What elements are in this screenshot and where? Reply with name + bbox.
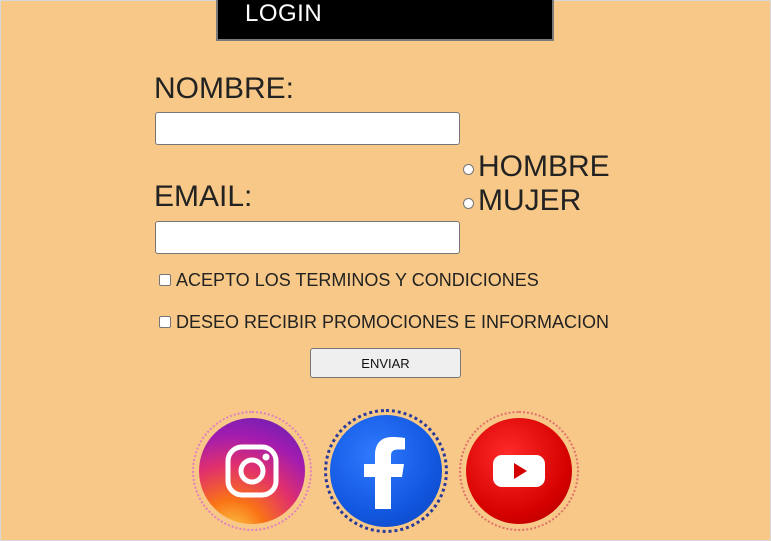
- youtube-link[interactable]: [459, 411, 579, 531]
- promo-checkbox-row[interactable]: DESEO RECIBIR PROMOCIONES E INFORMACION: [159, 312, 609, 332]
- terms-checkbox[interactable]: [159, 274, 171, 286]
- radio-hombre[interactable]: HOMBRE: [463, 150, 610, 184]
- name-input[interactable]: [155, 112, 460, 145]
- facebook-icon: [330, 415, 442, 527]
- radio-button[interactable]: [463, 163, 474, 175]
- radio-label-mujer: MUJER: [478, 184, 582, 217]
- instagram-link[interactable]: [192, 411, 312, 531]
- email-label: EMAIL:: [154, 180, 253, 213]
- terms-checkbox-row[interactable]: ACEPTO LOS TERMINOS Y CONDICIONES: [159, 270, 539, 290]
- login-header: LOGIN: [216, 0, 554, 41]
- terms-label: ACEPTO LOS TERMINOS Y CONDICIONES: [176, 270, 539, 290]
- login-title: LOGIN: [245, 0, 323, 27]
- radio-mujer[interactable]: MUJER: [463, 184, 581, 218]
- promo-label: DESEO RECIBIR PROMOCIONES E INFORMACION: [176, 312, 610, 332]
- facebook-link[interactable]: [324, 409, 448, 533]
- radio-button[interactable]: [463, 197, 474, 209]
- email-input[interactable]: [155, 221, 460, 254]
- submit-button[interactable]: ENVIAR: [310, 348, 461, 378]
- instagram-icon: [199, 418, 305, 524]
- name-label: NOMBRE:: [154, 72, 295, 105]
- youtube-icon: [466, 418, 572, 524]
- promo-checkbox[interactable]: [159, 316, 171, 328]
- radio-label-hombre: HOMBRE: [478, 150, 610, 183]
